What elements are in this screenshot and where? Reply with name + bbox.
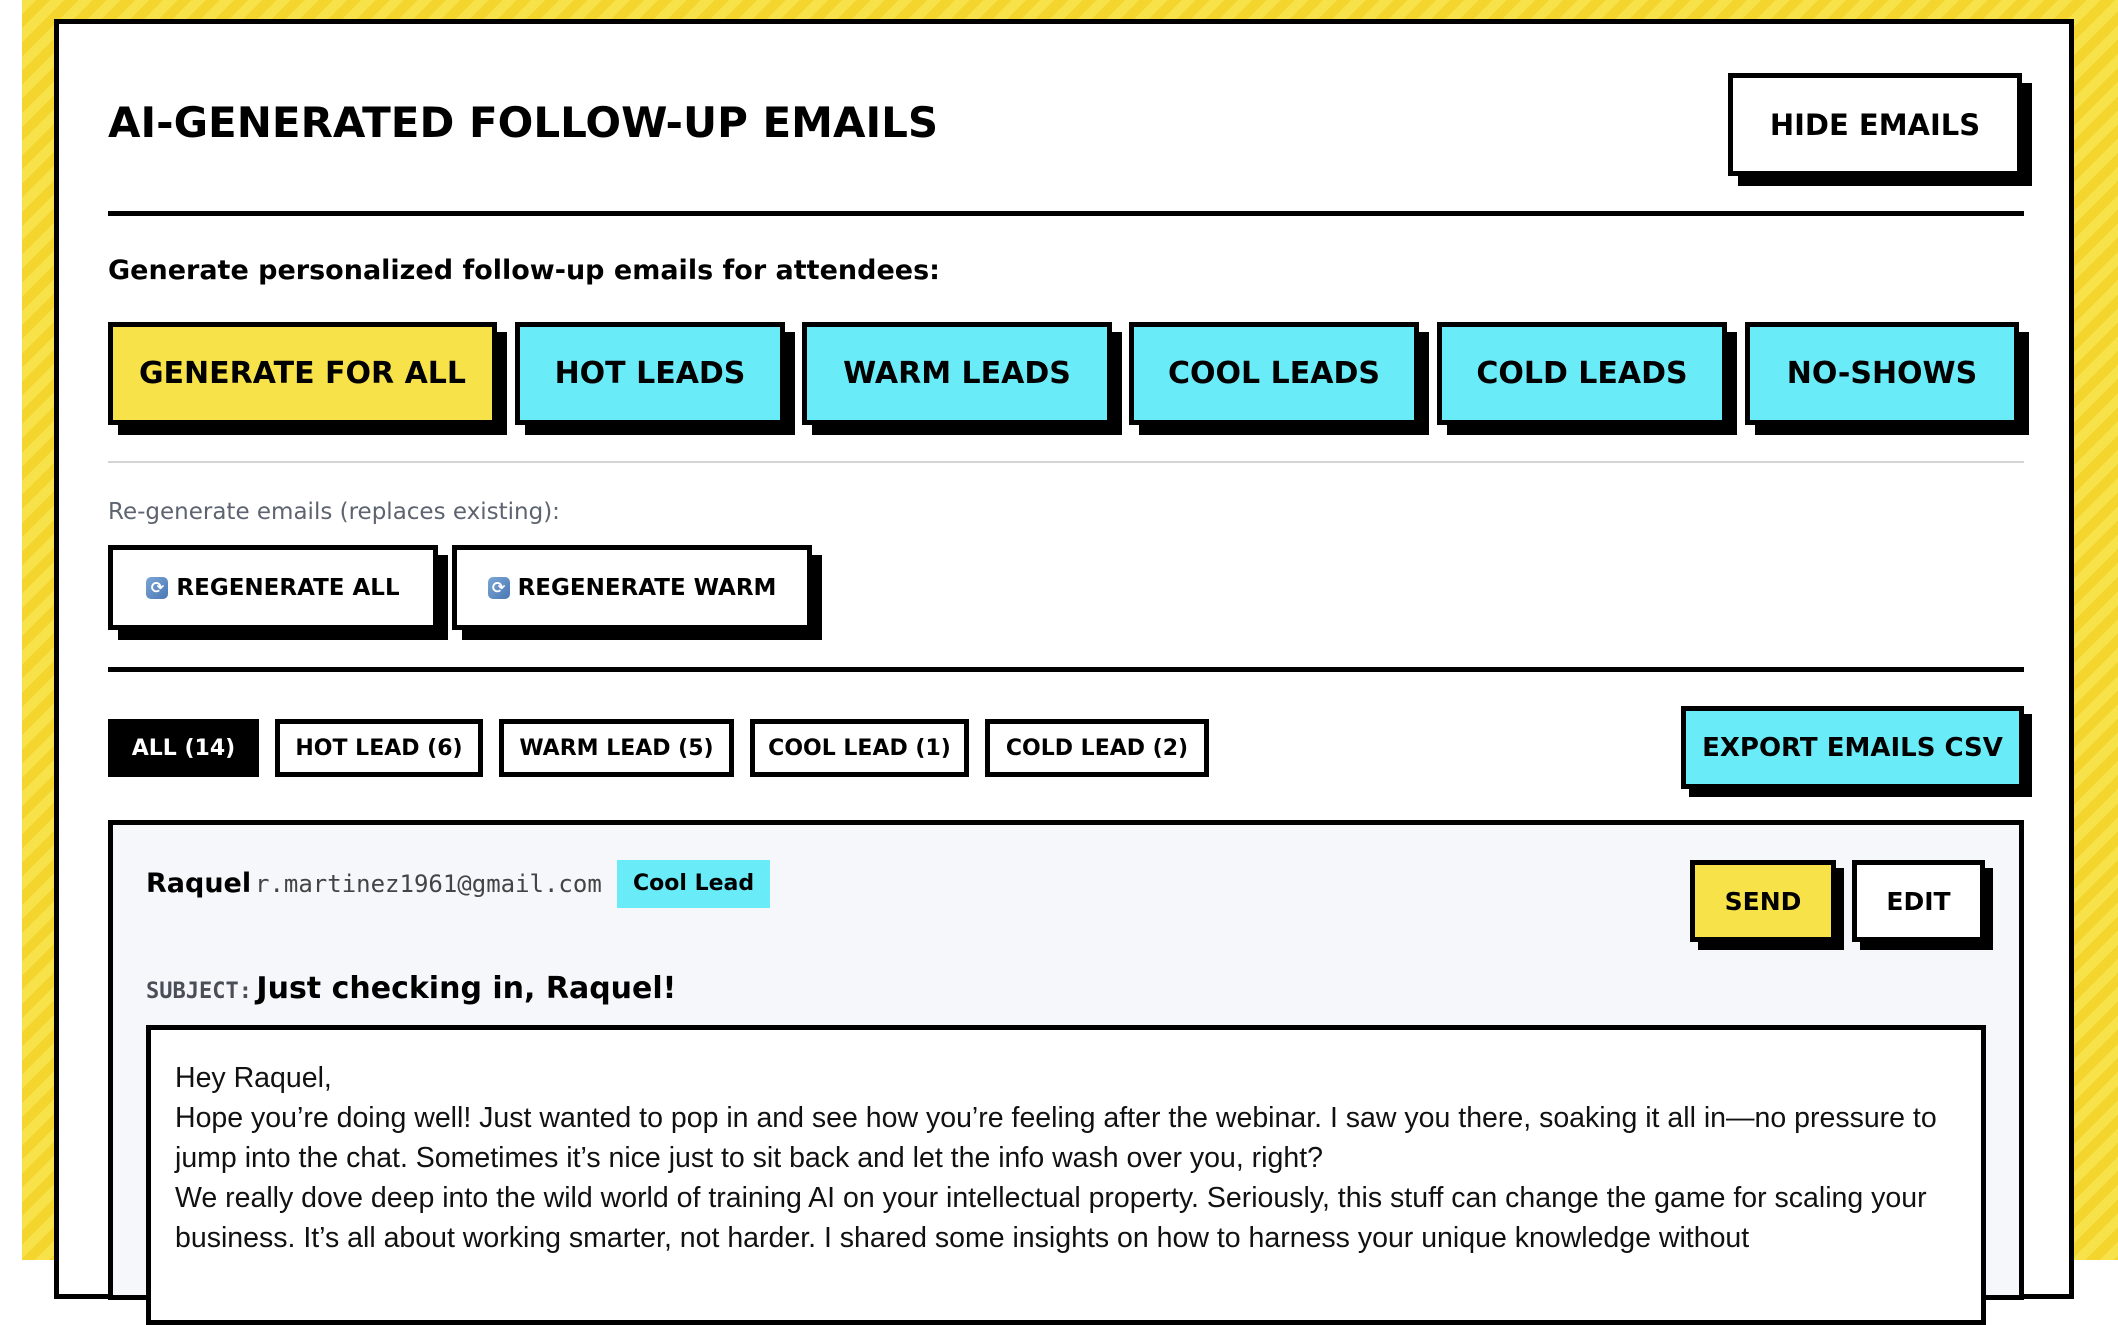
divider [108,667,2024,672]
divider [108,211,2024,216]
email-body[interactable]: Hey Raquel, Hope you’re doing well! Just… [146,1025,1986,1325]
email-body-paragraph: We really dove deep into the wild world … [175,1182,1927,1254]
filter-tab-hot-lead[interactable]: HOT LEAD (6) [275,719,483,777]
recipient-name: Raquel [146,868,252,899]
email-body-greeting: Hey Raquel, [175,1062,332,1094]
subject-text: Just checking in, Raquel! [256,971,677,1006]
recipient-email: r.martinez1961@gmail.com [255,870,602,898]
filter-tab-cool-lead[interactable]: COOL LEAD (1) [750,719,969,777]
generate-warm-leads-button[interactable]: WARM LEADS [802,322,1112,425]
generate-cool-leads-button[interactable]: COOL LEADS [1129,322,1419,425]
generate-cold-leads-button[interactable]: COLD LEADS [1437,322,1727,425]
send-button[interactable]: SEND [1690,860,1836,942]
generate-all-button[interactable]: GENERATE FOR ALL [108,322,497,425]
filter-tab-all[interactable]: ALL (14) [108,719,259,777]
subject-line: SUBJECT: Just checking in, Raquel! [146,971,676,1006]
regenerate-warm-label: REGENERATE WARM [517,574,777,601]
refresh-icon: ⟳ [146,576,169,599]
thin-divider [108,461,2024,463]
filter-tab-cold-lead[interactable]: COLD LEAD (2) [985,719,1209,777]
refresh-icon: ⟳ [487,576,510,599]
generate-no-shows-button[interactable]: NO-SHOWS [1745,322,2019,425]
generate-prompt: Generate personalized follow-up emails f… [108,255,940,286]
export-emails-csv-button[interactable]: EXPORT EMAILS CSV [1681,706,2024,789]
generate-hot-leads-button[interactable]: HOT LEADS [515,322,785,425]
subject-label: SUBJECT: [146,979,252,1004]
regenerate-all-label: REGENERATE ALL [176,574,400,601]
regenerate-all-button[interactable]: ⟳ REGENERATE ALL [108,545,438,630]
regenerate-warm-button[interactable]: ⟳ REGENERATE WARM [452,545,812,630]
lead-status-badge: Cool Lead [617,860,771,908]
hide-emails-button[interactable]: HIDE EMAILS [1728,73,2022,176]
filter-tab-warm-lead[interactable]: WARM LEAD (5) [499,719,734,777]
regenerate-prompt: Re-generate emails (replaces existing): [108,499,560,525]
edit-button[interactable]: EDIT [1852,860,1985,942]
email-body-paragraph: Hope you’re doing well! Just wanted to p… [175,1102,1937,1174]
page-title: AI-GENERATED FOLLOW-UP EMAILS [108,98,939,147]
